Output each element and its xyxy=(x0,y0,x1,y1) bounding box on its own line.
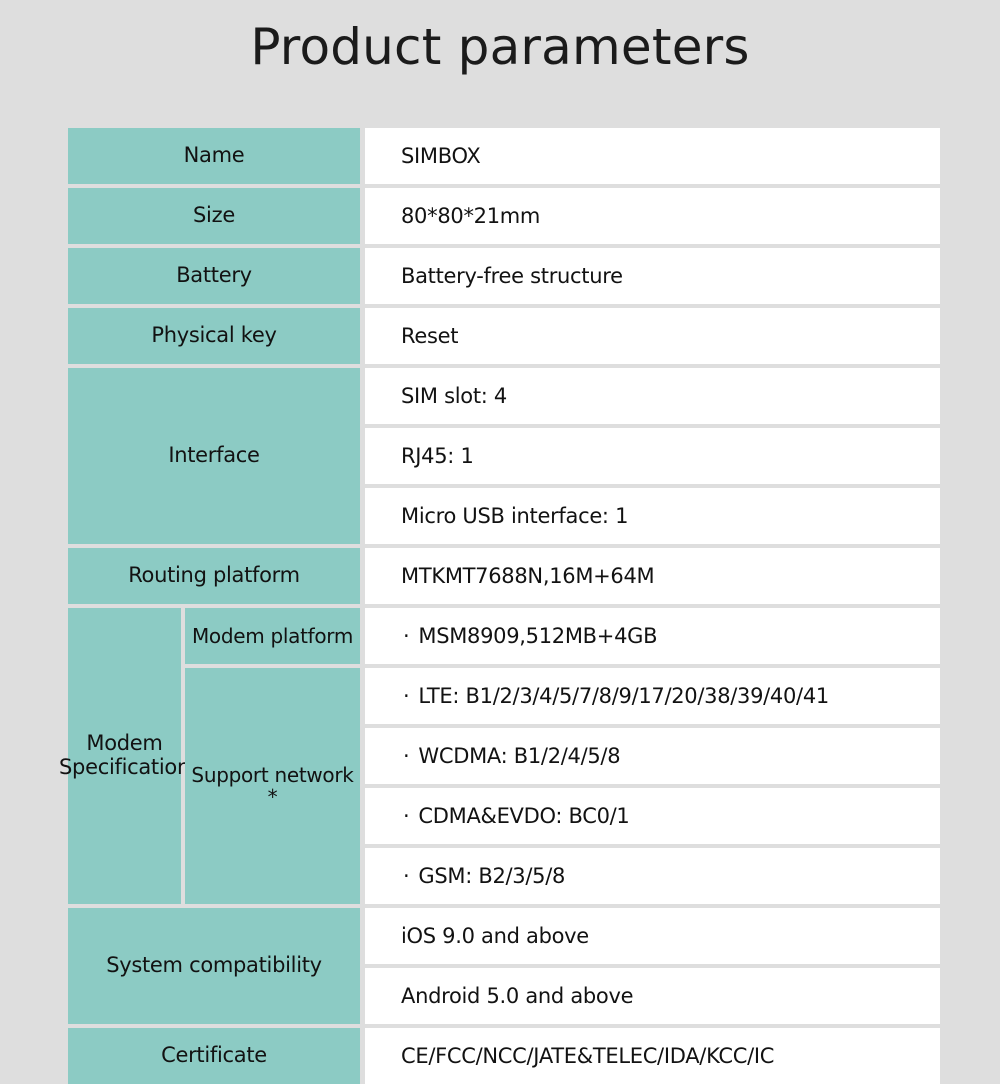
page-title: Product parameters xyxy=(250,18,750,76)
row-value-support-network-wcdma: · WCDMA: B1/2/4/5/8 xyxy=(365,728,940,784)
row-label-interface: Interface xyxy=(68,368,360,544)
value-text: SIMBOX xyxy=(401,144,481,168)
value-text: RJ45: 1 xyxy=(401,444,474,468)
value-body: LTE: B1/2/3/4/5/7/8/9/17/20/38/39/40/41 xyxy=(418,684,829,708)
row-value-modem-platform: · MSM8909,512MB+4GB xyxy=(365,608,940,664)
value-text: · CDMA&EVDO: BC0/1 xyxy=(365,804,630,828)
row-value-support-network-gsm: · GSM: B2/3/5/8 xyxy=(365,848,940,904)
row-value-system-compatibility-ios: iOS 9.0 and above xyxy=(365,908,940,964)
value-text: Reset xyxy=(401,324,459,348)
row-label-support-network: Support network * xyxy=(185,668,360,904)
row-value-routing-platform: MTKMT7688N,16M+64M xyxy=(365,548,940,604)
value-text: iOS 9.0 and above xyxy=(401,924,589,948)
row-label-system-compatibility: System compatibility xyxy=(68,908,360,1024)
row-value-battery: Battery-free structure xyxy=(365,248,940,304)
row-value-support-network-cdma-evdo: · CDMA&EVDO: BC0/1 xyxy=(365,788,940,844)
value-text: · LTE: B1/2/3/4/5/7/8/9/17/20/38/39/40/41 xyxy=(365,684,829,708)
value-body: GSM: B2/3/5/8 xyxy=(418,864,566,888)
row-value-system-compatibility-android: Android 5.0 and above xyxy=(365,968,940,1024)
bullet-icon: · xyxy=(403,744,410,768)
value-text: Micro USB interface: 1 xyxy=(401,504,629,528)
label-text: Interface xyxy=(168,443,260,468)
label-text: Battery xyxy=(176,263,252,288)
row-value-size: 80*80*21mm xyxy=(365,188,940,244)
label-text: Routing platform xyxy=(128,563,300,588)
value-text: · MSM8909,512MB+4GB xyxy=(365,624,658,648)
row-value-interface-sim-slot: SIM slot: 4 xyxy=(365,368,940,424)
value-text: 80*80*21mm xyxy=(401,204,541,228)
bullet-icon: · xyxy=(403,624,410,648)
row-value-name: SIMBOX xyxy=(365,128,940,184)
row-value-interface-micro-usb: Micro USB interface: 1 xyxy=(365,488,940,544)
value-body: CDMA&EVDO: BC0/1 xyxy=(418,804,630,828)
row-value-support-network-lte: · LTE: B1/2/3/4/5/7/8/9/17/20/38/39/40/41 xyxy=(365,668,940,724)
row-label-battery: Battery xyxy=(68,248,360,304)
bullet-icon: · xyxy=(403,864,410,888)
row-label-modem-platform: Modem platform xyxy=(185,608,360,664)
product-parameters-page: Product parameters Name SIMBOX Size 80*8… xyxy=(0,0,1000,1084)
value-text: MTKMT7688N,16M+64M xyxy=(401,564,655,588)
bullet-icon: · xyxy=(403,684,410,708)
value-text: SIM slot: 4 xyxy=(401,384,507,408)
label-text: Certificate xyxy=(161,1043,267,1068)
value-text: Android 5.0 and above xyxy=(401,984,634,1008)
label-text: Modem Specification xyxy=(59,731,190,779)
value-text: · GSM: B2/3/5/8 xyxy=(365,864,565,888)
value-body: MSM8909,512MB+4GB xyxy=(418,624,658,648)
label-text: Name xyxy=(183,143,245,168)
label-text: Physical key xyxy=(151,323,277,348)
value-text: CE/FCC/NCC/JATE&TELEC/IDA/KCC/IC xyxy=(401,1044,775,1068)
row-label-routing-platform: Routing platform xyxy=(68,548,360,604)
label-text: Modem platform xyxy=(191,624,354,648)
row-label-physical-key: Physical key xyxy=(68,308,360,364)
row-label-name: Name xyxy=(68,128,360,184)
value-text: Battery-free structure xyxy=(401,264,623,288)
value-body: WCDMA: B1/2/4/5/8 xyxy=(418,744,621,768)
label-text: Support network * xyxy=(191,763,354,809)
row-value-interface-rj45: RJ45: 1 xyxy=(365,428,940,484)
row-label-size: Size xyxy=(68,188,360,244)
value-text: · WCDMA: B1/2/4/5/8 xyxy=(365,744,621,768)
bullet-icon: · xyxy=(403,804,410,828)
label-text: Size xyxy=(193,203,235,228)
row-label-modem-specification: Modem Specification xyxy=(59,608,190,904)
label-text: System compatibility xyxy=(106,953,322,978)
row-label-certificate: Certificate xyxy=(68,1028,360,1084)
row-value-physical-key: Reset xyxy=(365,308,940,364)
row-value-certificate: CE/FCC/NCC/JATE&TELEC/IDA/KCC/IC xyxy=(365,1028,940,1084)
